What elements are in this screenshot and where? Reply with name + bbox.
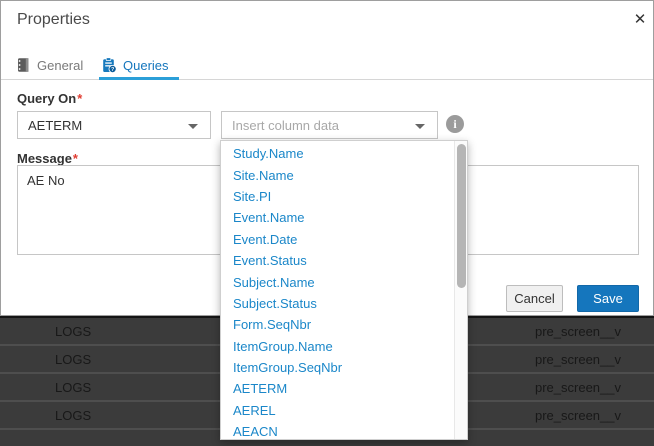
dropdown-item[interactable]: Site.Name xyxy=(221,164,455,185)
save-button[interactable]: Save xyxy=(577,285,639,312)
scrollbar-thumb[interactable] xyxy=(457,144,466,288)
table-cell-form-name: pre_screen__v xyxy=(535,352,621,367)
dropdown-item[interactable]: Form.SeqNbr xyxy=(221,314,455,335)
dropdown-item[interactable]: AEACN xyxy=(221,421,455,440)
screen: LOGS ) pre_screen__v LOGS ) pre_screen__… xyxy=(0,0,654,446)
dropdown-item[interactable]: Event.Status xyxy=(221,250,455,271)
table-cell-log-type: LOGS xyxy=(55,408,91,423)
dropdown-item[interactable]: Event.Date xyxy=(221,229,455,250)
message-label: Message* xyxy=(17,151,78,166)
required-asterisk: * xyxy=(73,151,78,166)
dropdown-scrollbar[interactable] xyxy=(454,141,467,439)
dropdown-item[interactable]: Study.Name xyxy=(221,143,455,164)
dropdown-item[interactable]: AEREL xyxy=(221,400,455,421)
dialog-title: Properties xyxy=(17,11,90,29)
query-on-value: AETERM xyxy=(28,118,82,133)
notebook-icon xyxy=(15,57,31,73)
table-cell-log-type: LOGS xyxy=(55,380,91,395)
dropdown-list: Study.NameSite.NameSite.PIEvent.NameEven… xyxy=(221,143,455,440)
dropdown-item[interactable]: ItemGroup.SeqNbr xyxy=(221,357,455,378)
table-cell-log-type: LOGS xyxy=(55,324,91,339)
query-clipboard-icon: ? xyxy=(101,57,117,73)
chevron-down-icon xyxy=(188,124,198,129)
dropdown-item[interactable]: Subject.Name xyxy=(221,271,455,292)
table-cell-log-type: LOGS xyxy=(55,352,91,367)
tab-general-label: General xyxy=(37,58,83,73)
insert-column-select[interactable]: Insert column data xyxy=(221,111,438,139)
query-on-label: Query On* xyxy=(17,91,82,106)
dropdown-item[interactable]: Site.PI xyxy=(221,186,455,207)
dropdown-item[interactable]: Event.Name xyxy=(221,207,455,228)
insert-column-placeholder: Insert column data xyxy=(232,118,339,133)
query-on-select[interactable]: AETERM xyxy=(17,111,211,139)
tab-queries-label: Queries xyxy=(123,58,169,73)
tab-bar: General ? Queries xyxy=(1,49,653,80)
dropdown-item[interactable]: AETERM xyxy=(221,378,455,399)
tab-general[interactable]: General xyxy=(15,53,83,77)
table-cell-form-name: pre_screen__v xyxy=(535,324,621,339)
cancel-button[interactable]: Cancel xyxy=(506,285,563,312)
close-icon[interactable]: ✕ xyxy=(629,9,651,31)
table-cell-form-name: pre_screen__v xyxy=(535,408,621,423)
info-icon[interactable]: i xyxy=(446,115,464,133)
tab-queries[interactable]: ? Queries xyxy=(101,53,169,77)
dropdown-item[interactable]: Subject.Status xyxy=(221,293,455,314)
column-data-dropdown: Study.NameSite.NameSite.PIEvent.NameEven… xyxy=(220,140,468,440)
required-asterisk: * xyxy=(77,91,82,106)
dropdown-item[interactable]: ItemGroup.Name xyxy=(221,336,455,357)
svg-text:?: ? xyxy=(111,67,114,73)
active-tab-underline xyxy=(99,77,179,80)
chevron-down-icon xyxy=(415,124,425,129)
table-cell-form-name: pre_screen__v xyxy=(535,380,621,395)
